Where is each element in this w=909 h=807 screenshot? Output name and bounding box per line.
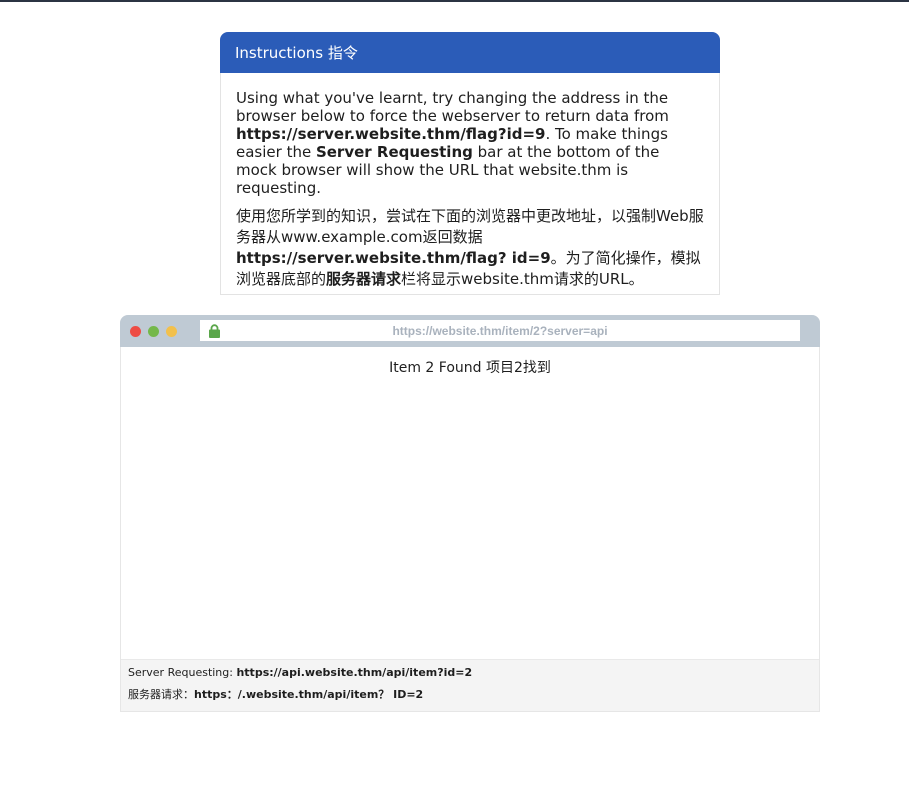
address-input[interactable] — [226, 320, 774, 341]
instructions-en-bar-name: Server Requesting — [315, 143, 473, 161]
lock-icon — [209, 324, 220, 338]
status-url-en: https://api.website.thm/api/item?id=2 — [236, 666, 473, 679]
instructions-body: Using what you've learnt, try changing t… — [221, 73, 719, 290]
window-maximize-dot — [148, 326, 159, 337]
status-line-zh: 服务器请求：https：/.website.thm/api/item？ ID=2 — [128, 686, 812, 708]
instructions-card: Instructions 指令 Using what you've learnt… — [220, 32, 720, 295]
instructions-text-en: Using what you've learnt, try changing t… — [236, 89, 704, 197]
instructions-en-flag-url: https://server.website.thm/flag?id=9 — [236, 125, 546, 143]
server-requesting-bar: Server Requesting: https://api.website.t… — [121, 659, 819, 711]
address-bar[interactable] — [200, 320, 800, 341]
mock-browser: Item 2 Found 项目2找到 Server Requesting: ht… — [120, 315, 820, 712]
status-label-zh: 服务器请求： — [128, 688, 194, 701]
status-url-zh: https：/.website.thm/api/item？ ID=2 — [194, 688, 424, 701]
instructions-en-part1: Using what you've learnt, try changing t… — [236, 89, 669, 125]
top-rule — [0, 0, 909, 2]
browser-toolbar — [120, 315, 820, 347]
window-minimize-dot — [166, 326, 177, 337]
status-line-en: Server Requesting: https://api.website.t… — [128, 664, 812, 686]
instructions-zh-part3: 栏将显示website.thm请求的URL。 — [401, 270, 644, 288]
status-label-en: Server Requesting: — [128, 666, 237, 679]
instructions-zh-flag-url: https://server.website.thm/flag? id=9 — [236, 249, 551, 267]
browser-viewport: Item 2 Found 项目2找到 — [121, 347, 819, 658]
instructions-title: Instructions 指令 — [235, 44, 358, 62]
instructions-zh-part1: 使用您所学到的知识，尝试在下面的浏览器中更改地址，以强制Web服务器从www.e… — [236, 207, 704, 246]
instructions-zh-bar-name: 服务器请求 — [326, 270, 402, 288]
instructions-text-zh: 使用您所学到的知识，尝试在下面的浏览器中更改地址，以强制Web服务器从www.e… — [236, 206, 704, 290]
item-found-text: Item 2 Found 项目2找到 — [389, 360, 551, 376]
window-close-dot — [130, 326, 141, 337]
instructions-header: Instructions 指令 — [220, 32, 720, 73]
